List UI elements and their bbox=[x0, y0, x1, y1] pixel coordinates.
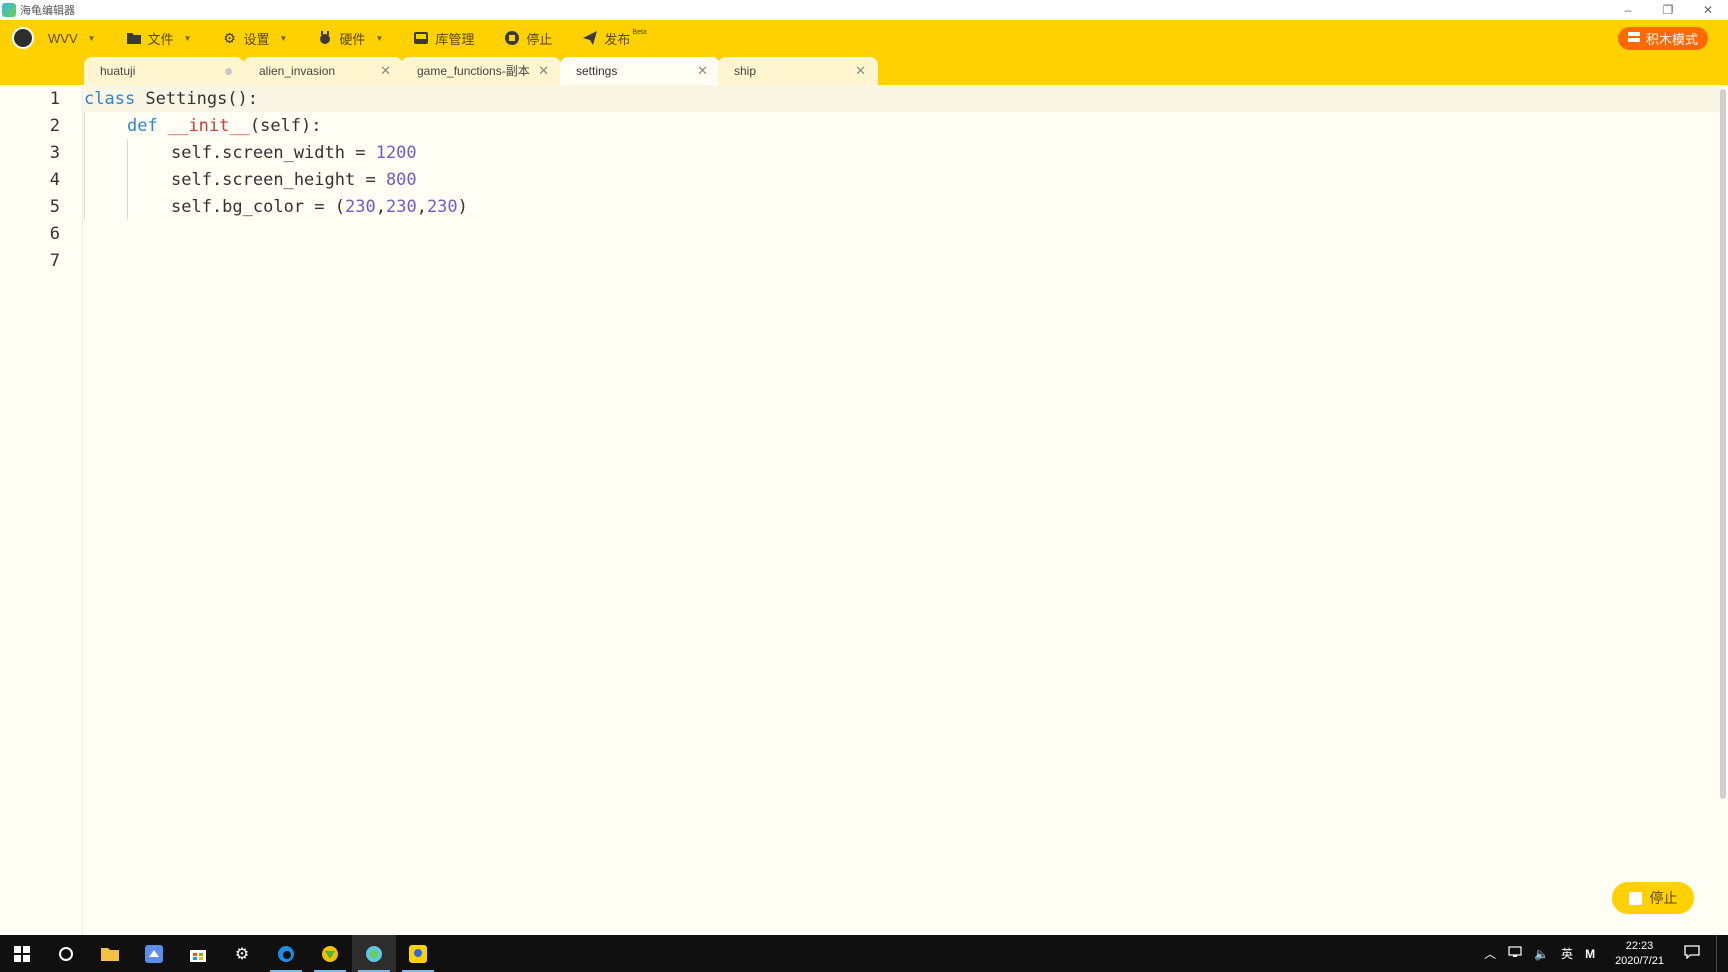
user-name: WVV bbox=[48, 30, 78, 46]
block-mode-label: 积木模式 bbox=[1645, 32, 1698, 47]
close-icon[interactable]: ✕ bbox=[697, 57, 708, 85]
line-number: 1 bbox=[49, 89, 60, 109]
close-window-button[interactable]: ✕ bbox=[1688, 0, 1728, 20]
file-menu[interactable]: 文件 ▼ bbox=[126, 29, 192, 48]
tab-game-functions[interactable]: game_functions-副本 ✕ bbox=[401, 57, 561, 85]
avatar bbox=[12, 27, 34, 49]
main-toolbar: WVV ▼ 文件 ▼ ⚙ 设置 ▼ 硬件 ▼ 库管理 停止 发布 Beta 积木… bbox=[0, 20, 1728, 56]
inbox-icon bbox=[413, 30, 429, 46]
chevron-down-icon: ▼ bbox=[279, 33, 288, 43]
line-number: 4 bbox=[49, 170, 60, 190]
restore-button[interactable]: ❐ bbox=[1648, 0, 1688, 20]
tab-label: ship bbox=[734, 64, 757, 78]
taskbar-clock[interactable]: 22:23 2020/7/21 bbox=[1615, 939, 1664, 969]
line-number: 6 bbox=[49, 224, 60, 244]
code-line-2: def __init__(self): bbox=[127, 116, 322, 136]
stop-button[interactable]: 停止 bbox=[504, 29, 552, 48]
app-icon-blue[interactable] bbox=[132, 935, 176, 972]
store-icon[interactable] bbox=[176, 935, 220, 972]
code-line-1: class Settings(): bbox=[84, 89, 259, 109]
chevron-down-icon: ▼ bbox=[183, 33, 192, 43]
title-bar: 海龟编辑器 – ❐ ✕ bbox=[0, 0, 1728, 20]
search-circle-icon[interactable] bbox=[44, 935, 88, 972]
tab-ship[interactable]: ship ✕ bbox=[718, 57, 878, 85]
close-icon[interactable]: ✕ bbox=[538, 57, 549, 85]
user-menu[interactable]: WVV ▼ bbox=[0, 27, 96, 49]
tab-label: game_functions-副本 bbox=[417, 64, 530, 78]
app-icon-yellow[interactable] bbox=[396, 935, 440, 972]
stop-icon bbox=[504, 30, 520, 46]
stop-icon bbox=[1628, 891, 1642, 905]
chevron-up-icon[interactable]: ︿ bbox=[1484, 945, 1496, 962]
blocks-icon bbox=[1627, 31, 1640, 46]
file-menu-label: 文件 bbox=[147, 31, 174, 47]
paper-plane-icon bbox=[582, 30, 598, 46]
floating-stop-button[interactable]: 停止 bbox=[1612, 882, 1694, 914]
system-tray: ︿ 🔈 英 M 22:23 2020/7/21 bbox=[1478, 935, 1728, 972]
code-line-3: self.screen_width = 1200 bbox=[171, 143, 417, 163]
settings-menu-label: 设置 bbox=[243, 31, 270, 47]
unsaved-dot-icon bbox=[225, 68, 232, 75]
turtle-editor-icon[interactable] bbox=[352, 935, 396, 972]
gear-icon: ⚙ bbox=[223, 29, 236, 46]
code-line-4: self.screen_height = 800 bbox=[171, 170, 417, 190]
hardware-icon bbox=[317, 30, 333, 46]
publish-button[interactable]: 发布 Beta bbox=[582, 28, 647, 48]
tab-huatuji[interactable]: huatuji bbox=[84, 57, 244, 85]
ime-mode-icon[interactable]: M bbox=[1585, 947, 1595, 961]
indent-guide bbox=[127, 139, 128, 220]
tab-label: huatuji bbox=[100, 64, 136, 78]
app-logo-icon bbox=[2, 3, 16, 17]
publish-label: 发布 bbox=[604, 31, 631, 47]
line-number: 3 bbox=[49, 143, 60, 163]
window-title: 海龟编辑器 bbox=[20, 5, 75, 17]
current-line-highlight bbox=[84, 85, 1720, 112]
line-number: 2 bbox=[49, 116, 60, 136]
clock-time: 22:23 bbox=[1625, 939, 1654, 952]
close-icon[interactable]: ✕ bbox=[855, 57, 866, 85]
line-number-gutter: 1 2 3 4 5 6 7 bbox=[0, 85, 83, 935]
library-button[interactable]: 库管理 bbox=[413, 29, 474, 48]
clock-date: 2020/7/21 bbox=[1615, 954, 1664, 967]
tab-label: settings bbox=[576, 64, 618, 78]
beta-badge: Beta bbox=[632, 28, 647, 36]
code-editor[interactable]: 1 2 3 4 5 6 7 class Settings(): def __in… bbox=[0, 85, 1728, 935]
code-line-5: self.bg_color = (230,230,230) bbox=[171, 197, 468, 217]
stop-label: 停止 bbox=[526, 31, 553, 47]
vertical-scrollbar[interactable] bbox=[1720, 89, 1726, 799]
edge-browser-icon[interactable] bbox=[264, 935, 308, 972]
settings-menu[interactable]: ⚙ 设置 ▼ bbox=[221, 29, 287, 48]
folder-icon bbox=[126, 30, 142, 46]
input-language[interactable]: 英 bbox=[1561, 945, 1573, 962]
chevron-down-icon: ▼ bbox=[375, 33, 384, 43]
tab-alien-invasion[interactable]: alien_invasion ✕ bbox=[243, 57, 403, 85]
line-number: 7 bbox=[49, 251, 60, 271]
volume-icon[interactable]: 🔈 bbox=[1534, 947, 1549, 961]
close-icon[interactable]: ✕ bbox=[380, 57, 391, 85]
chevron-down-icon: ▼ bbox=[87, 33, 96, 43]
library-label: 库管理 bbox=[435, 31, 475, 47]
hardware-menu[interactable]: 硬件 ▼ bbox=[317, 29, 383, 48]
settings-gear-icon[interactable]: ⚙ bbox=[220, 935, 264, 972]
file-explorer-icon[interactable] bbox=[88, 935, 132, 972]
tab-settings[interactable]: settings ✕ bbox=[560, 57, 720, 85]
app-icon-green[interactable] bbox=[308, 935, 352, 972]
line-number: 5 bbox=[49, 197, 60, 217]
tab-label: alien_invasion bbox=[259, 64, 336, 78]
windows-start-button[interactable] bbox=[0, 935, 44, 972]
block-mode-button[interactable]: 积木模式 bbox=[1617, 27, 1708, 50]
network-icon[interactable] bbox=[1508, 946, 1522, 961]
taskbar: ⚙ ︿ 🔈 英 M 22:23 2020/7/21 bbox=[0, 935, 1728, 972]
file-tabs: huatuji alien_invasion ✕ game_functions-… bbox=[0, 56, 1728, 85]
show-desktop-button[interactable] bbox=[1716, 935, 1722, 972]
minimize-button[interactable]: – bbox=[1608, 0, 1648, 20]
floating-stop-label: 停止 bbox=[1649, 890, 1678, 906]
indent-guide bbox=[84, 112, 85, 220]
notifications-icon[interactable] bbox=[1684, 945, 1700, 962]
hardware-menu-label: 硬件 bbox=[339, 31, 366, 47]
